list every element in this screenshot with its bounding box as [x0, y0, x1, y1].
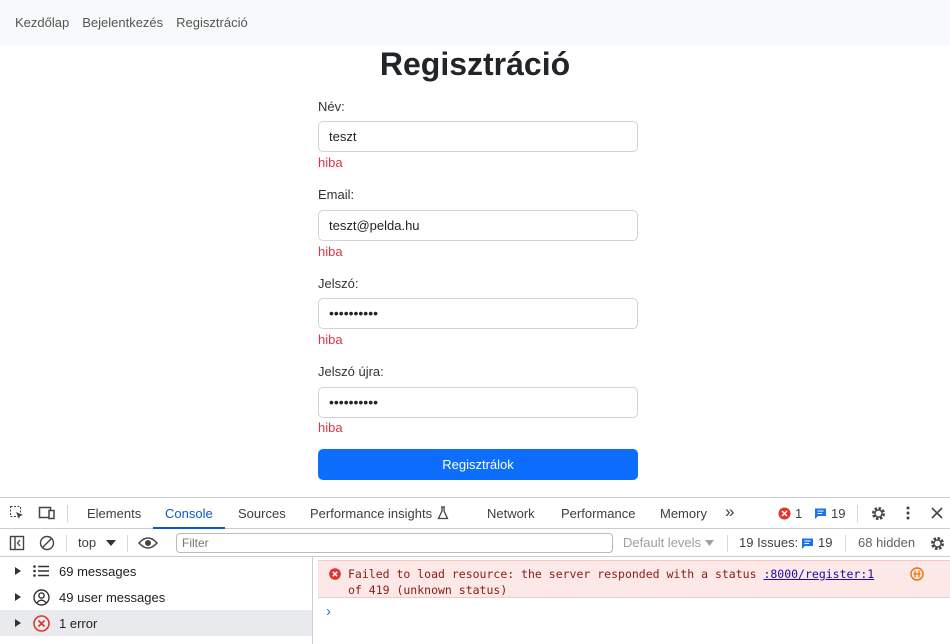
- divider: [845, 535, 846, 552]
- issues-icon[interactable]: [801, 537, 814, 550]
- devtools-tabbar: Elements Console Sources Performance ins…: [0, 498, 950, 529]
- expand-arrow-icon[interactable]: [15, 593, 21, 601]
- error-icon: [328, 567, 341, 580]
- error-count[interactable]: 1: [795, 498, 802, 529]
- console-settings-gear-icon[interactable]: [928, 534, 946, 552]
- error-text: Failed to load resource: the server resp…: [348, 566, 908, 598]
- password-input[interactable]: ••••••••••: [318, 298, 638, 329]
- more-options-icon[interactable]: [901, 504, 915, 522]
- password-confirm-input[interactable]: ••••••••••: [318, 387, 638, 418]
- password-label: Jelszó:: [318, 276, 359, 291]
- settings-gear-icon[interactable]: [869, 504, 887, 522]
- flask-icon: [436, 505, 450, 521]
- page-title: Regisztráció: [379, 46, 571, 82]
- navbar: Kezdőlap Bejelentkezés Regisztráció: [0, 0, 950, 45]
- console-error-message: Failed to load resource: the server resp…: [318, 560, 950, 598]
- divider: [67, 505, 68, 522]
- tab-memory[interactable]: Memory: [660, 498, 707, 529]
- nav-link-login[interactable]: Bejelentkezés: [82, 15, 163, 30]
- error-text-line-2: of 419 (unknown status): [348, 583, 508, 597]
- console-toolbar: top Filter Default levels 19 Issues: 19 …: [0, 529, 950, 557]
- sidebar-item-errors[interactable]: 1 error: [0, 610, 312, 636]
- log-levels-select[interactable]: Default levels: [623, 529, 701, 557]
- tab-performance[interactable]: Performance: [561, 498, 635, 529]
- sidebar-item-messages[interactable]: 69 messages: [0, 558, 312, 584]
- divider: [857, 505, 858, 522]
- device-toolbar-icon[interactable]: [37, 504, 57, 522]
- network-request-icon[interactable]: [910, 567, 924, 581]
- user-icon: [31, 588, 51, 606]
- hidden-count: 68 hidden: [858, 535, 916, 550]
- issues-number[interactable]: 19: [818, 529, 832, 557]
- error-count-icon[interactable]: [778, 507, 791, 520]
- console-output: Failed to load resource: the server resp…: [314, 557, 950, 644]
- nav-link-register[interactable]: Regisztráció: [176, 15, 248, 30]
- sidebar-item-label: 69 messages: [59, 563, 137, 579]
- error-text-line-1: Failed to load resource: the server resp…: [348, 567, 757, 581]
- issues-count[interactable]: 19: [831, 498, 845, 529]
- sidebar-toggle-icon[interactable]: [8, 534, 26, 552]
- list-icon: [31, 565, 51, 577]
- sidebar-item-label: 1 error: [59, 615, 98, 631]
- password-error: hiba: [318, 332, 343, 347]
- divider: [727, 535, 728, 552]
- inspect-element-icon[interactable]: [8, 504, 26, 522]
- devtools-panel: Elements Console Sources Performance ins…: [0, 497, 950, 644]
- close-icon[interactable]: [929, 504, 945, 522]
- divider: [66, 535, 67, 552]
- register-button[interactable]: Regisztrálok: [318, 449, 638, 480]
- name-error: hiba: [318, 155, 343, 170]
- password-confirm-error: hiba: [318, 420, 343, 435]
- tab-console[interactable]: Console: [153, 498, 225, 529]
- sidebar-item-label: 49 user messages: [59, 589, 166, 605]
- levels-dropdown-icon[interactable]: [704, 539, 714, 547]
- tab-sources[interactable]: Sources: [238, 498, 286, 529]
- more-tabs-icon[interactable]: »: [725, 498, 734, 529]
- error-source-link[interactable]: :8000/register:1: [763, 567, 874, 581]
- email-label: Email:: [318, 187, 355, 202]
- tab-elements[interactable]: Elements: [87, 498, 141, 529]
- name-input[interactable]: teszt: [318, 121, 638, 152]
- live-expression-eye-icon[interactable]: [137, 534, 159, 552]
- console-sidebar: 69 messages 49 user messages 1 error: [0, 557, 313, 644]
- dropdown-arrow-icon[interactable]: [105, 539, 117, 547]
- email-input[interactable]: teszt@pelda.hu: [318, 210, 638, 241]
- name-label: Név:: [318, 99, 345, 114]
- expand-arrow-icon[interactable]: [15, 567, 21, 575]
- sidebar-item-user-messages[interactable]: 49 user messages: [0, 584, 312, 610]
- clear-console-icon[interactable]: [38, 534, 56, 552]
- error-icon: [31, 614, 51, 632]
- issues-count-icon[interactable]: [814, 507, 827, 520]
- console-prompt-icon[interactable]: ›: [326, 598, 331, 626]
- context-select[interactable]: top: [78, 529, 96, 557]
- expand-arrow-icon[interactable]: [15, 619, 21, 627]
- filter-input[interactable]: Filter: [176, 533, 613, 553]
- nav-link-home[interactable]: Kezdőlap: [15, 15, 69, 30]
- issues-label[interactable]: 19 Issues:: [739, 529, 798, 557]
- email-error: hiba: [318, 244, 343, 259]
- divider: [127, 535, 128, 552]
- password-confirm-label: Jelszó újra:: [318, 364, 384, 379]
- tab-network[interactable]: Network: [487, 498, 535, 529]
- tab-performance-insights[interactable]: Performance insights: [310, 498, 432, 529]
